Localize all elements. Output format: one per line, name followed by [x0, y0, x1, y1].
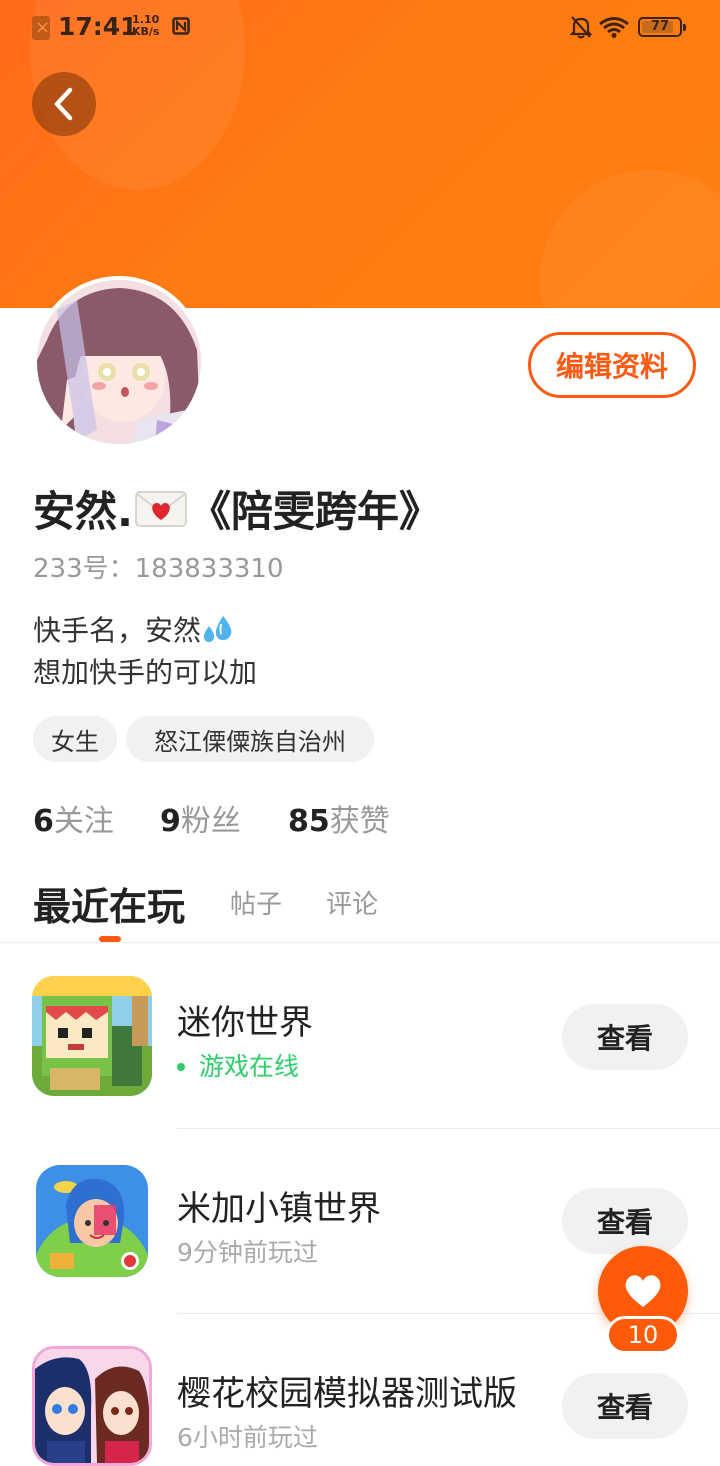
- fans-stat[interactable]: 9粉丝: [160, 796, 241, 840]
- chevron-left-icon: [54, 87, 73, 121]
- avatar-image: [37, 280, 201, 444]
- bio-line-1: 快手名，安然: [33, 610, 257, 652]
- following-stat[interactable]: 6关注: [33, 796, 114, 840]
- username: 安然. 《陪雯跨年》: [33, 478, 441, 539]
- fans-label: 粉丝: [180, 804, 241, 839]
- username-suffix: 《陪雯跨年》: [188, 487, 441, 536]
- bio-line-2: 想加快手的可以加: [33, 656, 258, 689]
- likes-count: 85: [288, 804, 330, 839]
- game-list-item[interactable]: 迷你世界 游戏在线 查看: [0, 943, 720, 1128]
- game-status-online: 游戏在线: [177, 1047, 299, 1083]
- edit-profile-button[interactable]: 编辑资料: [528, 332, 696, 398]
- sakura-school-game-icon: [32, 1346, 152, 1466]
- gender-tag: 女生: [33, 716, 117, 762]
- bio: 快手名，安然 想加快手的可以加: [33, 610, 257, 694]
- likes-stat[interactable]: 85获赞: [288, 796, 390, 840]
- view-button[interactable]: 查看: [562, 1188, 688, 1254]
- username-prefix: 安然.: [33, 487, 133, 536]
- tab-comments[interactable]: 评论: [326, 884, 378, 921]
- status-time: 17:41: [58, 12, 138, 41]
- game-last-played: 9分钟前玩过: [177, 1238, 318, 1267]
- view-button[interactable]: 查看: [562, 1004, 688, 1070]
- fans-count: 9: [160, 804, 181, 839]
- miga-town-game-icon: [36, 1165, 148, 1277]
- nfc-icon: [172, 17, 190, 35]
- following-count: 6: [33, 804, 54, 839]
- mini-world-game-icon: [32, 976, 152, 1096]
- anime-girl-avatar-art: [37, 280, 201, 444]
- avatar[interactable]: [33, 276, 205, 448]
- sweat-droplets-icon: [203, 616, 232, 642]
- bio-line-1-text: 快手名，安然: [33, 614, 202, 647]
- heart-icon: [625, 1275, 661, 1307]
- game-name: 米加小镇世界: [177, 1189, 381, 1229]
- tab-posts[interactable]: 帖子: [230, 884, 282, 921]
- view-button[interactable]: 查看: [562, 1373, 688, 1439]
- mute-icon: [570, 16, 592, 39]
- love-letter-icon: [134, 490, 187, 527]
- location-tag: 怒江傈僳族自治州: [126, 716, 374, 762]
- back-button[interactable]: [32, 72, 96, 136]
- battery-percent: 77: [650, 19, 670, 34]
- game-last-played: 6小时前玩过: [177, 1423, 318, 1452]
- wifi-icon: [599, 17, 629, 38]
- banner-decoration: [540, 170, 720, 308]
- game-name: 樱花校园模拟器测试版: [177, 1374, 517, 1414]
- status-bar: 17:41 1.10 KB/s 77: [0, 0, 720, 56]
- tab-recently-played[interactable]: 最近在玩: [33, 876, 185, 931]
- following-label: 关注: [53, 804, 114, 839]
- like-count-badge: 10: [606, 1316, 680, 1354]
- sim-error-icon: [32, 16, 50, 40]
- battery-icon: 77: [638, 17, 686, 37]
- net-speed-unit: KB/s: [132, 25, 160, 38]
- user-id: 233号：183833310: [33, 554, 284, 584]
- likes-label: 获赞: [329, 804, 390, 839]
- net-speed: 1.10 KB/s: [132, 14, 159, 38]
- game-name: 迷你世界: [177, 1003, 313, 1043]
